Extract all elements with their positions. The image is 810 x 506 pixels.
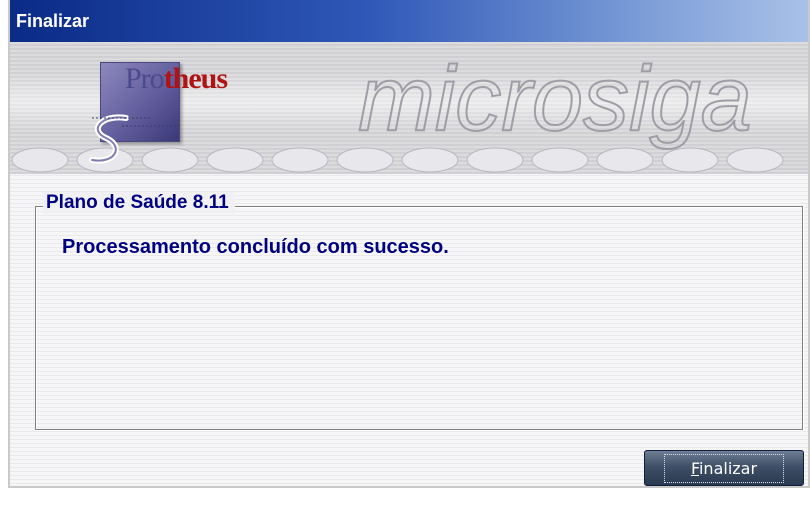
dialog-window: Finalizar microsiga Protheus Plano de Sa…: [0, 0, 810, 506]
protheus-logo-text: Protheus: [125, 62, 228, 96]
logo-text-pro: Pro: [125, 62, 165, 95]
groupbox-title: Plano de Saúde 8.11: [43, 192, 235, 214]
dialog-frame: Finalizar microsiga Protheus Plano de Sa…: [8, 0, 810, 488]
banner: microsiga Protheus: [10, 42, 808, 174]
logo-dotted-lines-icon: [92, 117, 182, 127]
finalizar-button[interactable]: Finalizar: [644, 450, 804, 486]
status-message: Processamento concluído com sucesso.: [62, 236, 449, 258]
finalizar-mnemonic: F: [690, 458, 699, 478]
microsiga-wordmark-text: microsiga: [358, 48, 752, 150]
finalizar-label-rest: inalizar: [698, 458, 758, 478]
title-bar[interactable]: Finalizar: [10, 0, 808, 42]
logo-text-theus: theus: [163, 62, 228, 95]
finalizar-button-label: Finalizar: [663, 453, 785, 483]
window-title: Finalizar: [16, 10, 90, 31]
